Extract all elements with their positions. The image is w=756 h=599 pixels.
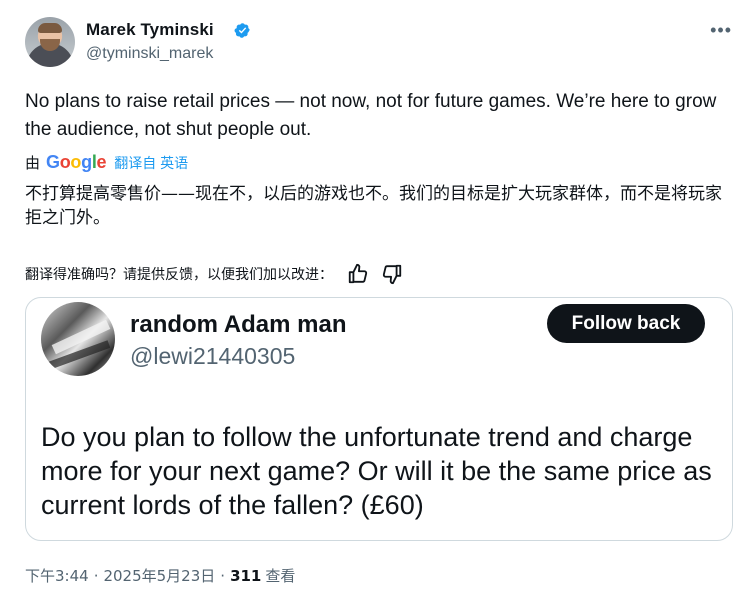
- tweet-date[interactable]: 2025年5月23日: [103, 565, 215, 586]
- google-logo: Google: [46, 152, 107, 173]
- translated-text: 不打算提高零售价——现在不，以后的游戏也不。我们的目标是扩大玩家群体，而不是将玩…: [25, 184, 722, 228]
- views-label: 查看: [265, 567, 296, 585]
- tweet-meta: 下午3:44 · 2025年5月23日 · 311 查看: [25, 565, 295, 586]
- translated-from-link[interactable]: 翻译自 英语: [114, 153, 188, 173]
- verified-badge-icon: [234, 23, 250, 38]
- follow-back-button[interactable]: Follow back: [547, 304, 705, 343]
- feedback-prompt: 翻译得准确吗？请提供反馈，以便我们加以改进：: [25, 267, 333, 283]
- more-horizontal-icon[interactable]: •••: [710, 21, 732, 39]
- meta-separator: ·: [93, 566, 99, 585]
- author-handle[interactable]: @tyminski_marek: [86, 45, 213, 63]
- translation-attribution: 由 Google 翻译自 英语: [25, 152, 188, 173]
- tweet-time[interactable]: 下午3:44: [25, 565, 89, 586]
- tweet-text: No plans to raise retail prices — not no…: [25, 91, 717, 140]
- views-count: 311: [230, 566, 262, 585]
- quoted-author-name[interactable]: random Adam man: [130, 311, 346, 339]
- avatar-hair: [38, 23, 62, 33]
- google-logo-letter: g: [81, 152, 92, 172]
- author-avatar[interactable]: [25, 17, 75, 67]
- google-logo-letter: o: [59, 152, 71, 172]
- google-logo-letter: e: [96, 152, 107, 172]
- quoted-author-handle[interactable]: @lewi21440305: [130, 343, 295, 370]
- quoted-author-avatar[interactable]: [41, 302, 115, 376]
- quoted-tweet[interactable]: random Adam man @lewi21440305 Follow bac…: [25, 297, 733, 541]
- translation-feedback: 翻译得准确吗？请提供反馈，以便我们加以改进：: [25, 263, 403, 285]
- avatar-beard: [40, 39, 60, 51]
- meta-separator: ·: [220, 566, 226, 585]
- thumbs-up-icon[interactable]: [347, 263, 369, 285]
- google-logo-letter: G: [46, 152, 60, 172]
- translated-by-label: 由: [25, 155, 41, 172]
- google-logo-letter: o: [70, 152, 82, 172]
- thumbs-down-icon[interactable]: [381, 263, 403, 285]
- author-name[interactable]: Marek Tyminski: [86, 20, 214, 40]
- quoted-tweet-text: Do you plan to follow the unfortunate tr…: [41, 422, 712, 520]
